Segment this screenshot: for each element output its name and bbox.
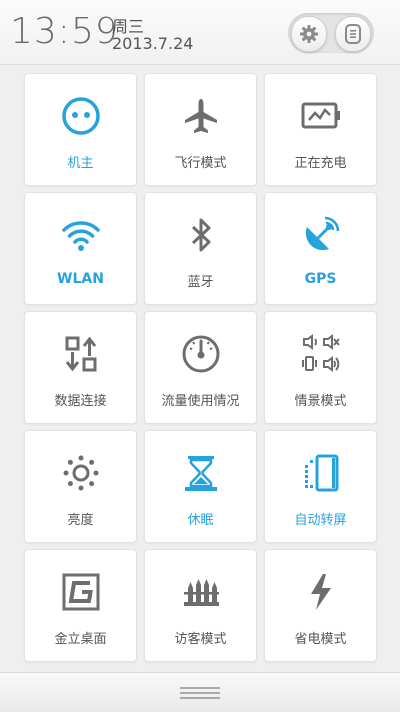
tile-gps[interactable]: GPS xyxy=(264,192,377,305)
tile-label: 机主 xyxy=(67,156,94,171)
tile-gionee-launcher[interactable]: 金立桌面 xyxy=(24,549,137,662)
tile-label: 数据连接 xyxy=(54,394,107,409)
owner-face-icon xyxy=(61,97,100,135)
guest-mode-icon xyxy=(183,579,219,606)
date-label: 2013.7.24 xyxy=(112,34,194,53)
status-header: 13:59 周三 2013.7.24 xyxy=(0,0,400,65)
tile-label: GPS xyxy=(304,271,337,287)
battery-charging-icon xyxy=(301,102,340,129)
tile-power-saving[interactable]: 省电模式 xyxy=(264,549,377,662)
gionee-launcher-icon xyxy=(62,573,99,611)
tile-label: 情景模式 xyxy=(294,394,347,409)
tile-data-connection[interactable]: 数据连接 xyxy=(24,311,137,424)
tile-guest-mode[interactable]: 访客模式 xyxy=(144,549,257,662)
tile-auto-rotate[interactable]: 自动转屏 xyxy=(264,430,377,543)
drag-handle-icon[interactable] xyxy=(180,687,220,699)
power-saving-icon xyxy=(310,574,331,610)
settings-button[interactable] xyxy=(291,16,327,52)
gps-satellite-icon xyxy=(305,216,339,251)
data-connection-icon xyxy=(65,336,96,372)
menu-icon xyxy=(345,24,361,44)
auto-rotate-icon xyxy=(304,454,338,492)
tile-label: 亮度 xyxy=(67,513,94,528)
tile-data-usage[interactable]: 流量使用情况 xyxy=(144,311,257,424)
tile-label: WLAN xyxy=(57,271,104,287)
tile-label: 流量使用情况 xyxy=(161,394,240,409)
tile-label: 正在充电 xyxy=(294,156,347,171)
hourglass-icon xyxy=(184,456,217,491)
tile-sound-profile[interactable]: 情景模式 xyxy=(264,311,377,424)
bottom-drag-bar[interactable] xyxy=(0,672,400,712)
tile-label: 自动转屏 xyxy=(294,513,347,528)
header-button-group xyxy=(288,13,374,53)
sound-profile-icon xyxy=(301,334,340,372)
tile-label: 蓝牙 xyxy=(187,275,214,290)
airplane-icon xyxy=(184,99,217,133)
tile-label: 访客模式 xyxy=(174,632,227,647)
gauge-icon xyxy=(182,335,219,373)
tile-label: 休眠 xyxy=(187,513,214,528)
clock-time: 13:59 xyxy=(10,11,119,52)
tile-label: 省电模式 xyxy=(294,632,347,647)
menu-button[interactable] xyxy=(335,16,371,52)
tile-charging[interactable]: 正在充电 xyxy=(264,73,377,186)
tile-label: 金立桌面 xyxy=(54,632,107,647)
tile-owner[interactable]: 机主 xyxy=(24,73,137,186)
gear-icon xyxy=(300,25,318,43)
tile-sleep[interactable]: 休眠 xyxy=(144,430,257,543)
quick-settings-grid: 机主 飞行模式 正在充电 WLAN 蓝牙 GPS 数据连接 流量使用情况 情景模… xyxy=(24,73,377,663)
wifi-icon xyxy=(61,221,100,251)
bluetooth-icon xyxy=(191,218,210,252)
brightness-icon xyxy=(63,455,98,491)
tile-brightness[interactable]: 亮度 xyxy=(24,430,137,543)
tile-wlan[interactable]: WLAN xyxy=(24,192,137,305)
tile-bluetooth[interactable]: 蓝牙 xyxy=(144,192,257,305)
tile-airplane-mode[interactable]: 飞行模式 xyxy=(144,73,257,186)
tile-label: 飞行模式 xyxy=(174,156,227,171)
